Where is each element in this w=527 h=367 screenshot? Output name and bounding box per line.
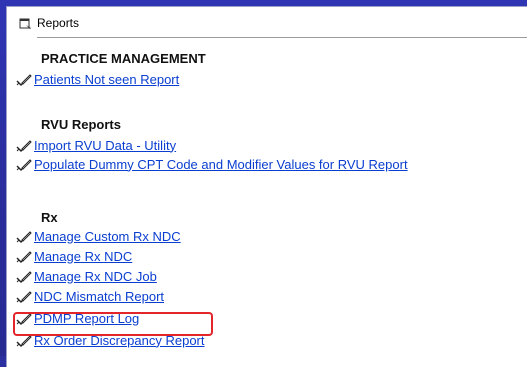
import-rvu-data-link[interactable]: Import RVU Data - Utility	[34, 138, 176, 153]
pen-check-icon	[16, 249, 32, 263]
report-folder-icon	[19, 17, 32, 30]
header-divider	[37, 37, 527, 38]
report-link-row[interactable]: Manage Rx NDC	[16, 247, 132, 265]
pen-check-icon	[16, 138, 32, 152]
pen-check-icon	[16, 229, 32, 243]
pen-check-icon	[16, 157, 32, 171]
report-link-row[interactable]: Import RVU Data - Utility	[16, 136, 176, 154]
pen-check-icon	[16, 269, 32, 283]
manage-rx-ndc-link[interactable]: Manage Rx NDC	[34, 249, 132, 264]
report-link-row[interactable]: NDC Mismatch Report	[16, 287, 164, 305]
panel-header: Reports	[19, 13, 79, 33]
panel-title: Reports	[37, 16, 80, 30]
pen-check-icon	[16, 72, 32, 86]
report-link-row[interactable]: Manage Custom Rx NDC	[16, 227, 181, 245]
report-link-row[interactable]: Patients Not seen Report	[16, 70, 179, 88]
pen-check-icon	[16, 289, 32, 303]
section-title-rx: Rx	[41, 210, 58, 225]
ndc-mismatch-report-link[interactable]: NDC Mismatch Report	[34, 289, 164, 304]
report-link-row[interactable]: Manage Rx NDC Job	[16, 267, 157, 285]
populate-dummy-cpt-link[interactable]: Populate Dummy CPT Code and Modifier Val…	[34, 157, 408, 172]
report-link-row[interactable]: Populate Dummy CPT Code and Modifier Val…	[16, 155, 408, 173]
section-title-practice-management: PRACTICE MANAGEMENT	[41, 51, 206, 66]
section-title-rvu-reports: RVU Reports	[41, 117, 121, 132]
manage-custom-rx-ndc-link[interactable]: Manage Custom Rx NDC	[34, 229, 181, 244]
highlight-annotation-box	[13, 312, 213, 336]
patients-not-seen-report-link[interactable]: Patients Not seen Report	[34, 72, 179, 87]
manage-rx-ndc-job-link[interactable]: Manage Rx NDC Job	[34, 269, 157, 284]
reports-panel: Reports PRACTICE MANAGEMENT Patients Not…	[6, 6, 527, 367]
